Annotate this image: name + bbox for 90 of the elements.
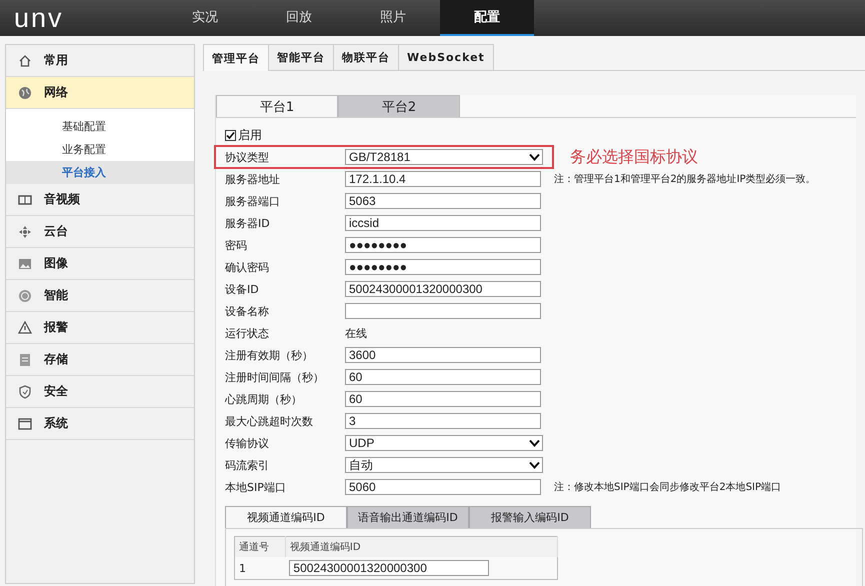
column-header: 视频通道编码ID [285, 536, 558, 557]
annotation-text: 务必选择国标协议 [570, 146, 698, 168]
storage-icon [18, 352, 32, 366]
status-value: 在线 [345, 326, 367, 340]
checkbox[interactable] [225, 130, 236, 140]
tab[interactable]: 报警输入编码ID [469, 506, 591, 528]
dropdown[interactable]: GB/T28181 [345, 149, 543, 165]
input-field[interactable]: 5063 [345, 193, 541, 209]
field-label: 确认密码 [225, 260, 270, 274]
field-label: 心跳周期（秒） [225, 392, 303, 406]
sidebar-subitem[interactable]: 业务配置 [6, 138, 194, 161]
sidebar-label: 存储 [44, 351, 68, 368]
nav-tab[interactable]: 实况 [158, 0, 252, 36]
field-label: 最大心跳超时次数 [225, 414, 314, 428]
tab[interactable]: 平台2 [338, 95, 460, 117]
monitor-icon [18, 192, 32, 206]
field-label: 运行状态 [225, 326, 270, 340]
password-field[interactable]: ●●●●●●●● [345, 237, 541, 253]
nav-tab[interactable]: 配置 [440, 0, 534, 36]
field-label: 设备名称 [225, 304, 270, 318]
note-text: 注：管理平台1和管理平台2的服务器地址IP类型必须一致。 [554, 172, 816, 186]
sidebar-item[interactable]: 报警 [6, 312, 194, 344]
field-label: 设备ID [225, 282, 260, 296]
tab[interactable]: WebSocket [398, 44, 494, 70]
field-label: 本地SIP端口 [225, 480, 287, 494]
password-field[interactable]: ●●●●●●●● [345, 259, 541, 275]
field-label: 服务器端口 [225, 194, 281, 208]
input-field[interactable]: 172.1.10.4 [345, 171, 541, 187]
sidebar-item[interactable]: 存储 [6, 344, 194, 376]
input-field[interactable] [345, 303, 541, 319]
input-field[interactable]: 50024300001320000300 [289, 560, 490, 576]
window-icon [18, 416, 32, 430]
tab[interactable]: 管理平台 [203, 44, 269, 71]
tab[interactable]: 语音输出通道编码ID [347, 506, 469, 528]
dropdown[interactable]: 自动 [345, 457, 543, 473]
note-text: 注：修改本地SIP端口会同步修改平台2本地SIP端口 [554, 480, 782, 494]
sidebar-item[interactable]: 网络 [6, 77, 194, 109]
sidebar-label: 云台 [44, 223, 68, 240]
field-label: 服务器ID [225, 216, 271, 230]
tab[interactable]: 智能平台 [268, 44, 334, 70]
field-label: 传输协议 [225, 436, 270, 450]
input-field[interactable]: 60 [345, 369, 541, 385]
sidebar-item[interactable]: 音视频 [6, 184, 194, 216]
sidebar-label: 智能 [44, 287, 68, 304]
sidebar-label: 图像 [44, 255, 68, 272]
field-label: 密码 [225, 238, 248, 252]
caret-icon [529, 153, 540, 161]
sidebar-subitem[interactable]: 基础配置 [6, 115, 194, 138]
globe-icon [18, 86, 32, 100]
sidebar-item[interactable]: 系统 [6, 408, 194, 440]
column-header: 通道号 [234, 536, 286, 557]
field-label: 码流索引 [225, 458, 270, 472]
sidebar-item[interactable]: 安全 [6, 376, 194, 408]
sidebar-label: 报警 [44, 319, 68, 336]
nav-tab[interactable]: 回放 [252, 0, 346, 36]
input-field[interactable]: 60 [345, 391, 541, 407]
input-field[interactable]: 5060 [345, 479, 541, 495]
home-icon [18, 54, 32, 68]
tab[interactable]: 平台1 [216, 95, 338, 117]
sidebar-subitem[interactable]: 平台接入 [6, 161, 194, 184]
input-field[interactable]: 3 [345, 413, 541, 429]
dropdown[interactable]: UDP [345, 435, 543, 451]
input-field[interactable]: 50024300001320000300 [345, 281, 541, 297]
field-label: 服务器地址 [225, 172, 281, 186]
direction-pad-icon [18, 224, 32, 238]
table-cell: 1 [234, 557, 286, 580]
field-label: 注册时间间隔（秒） [225, 370, 325, 384]
field-label: 注册有效期（秒） [225, 348, 314, 362]
tab[interactable]: 视频通道编码ID [225, 506, 347, 528]
sidebar-label: 安全 [44, 383, 68, 400]
tab[interactable]: 物联平台 [333, 44, 399, 70]
sidebar-item[interactable]: 图像 [6, 248, 194, 280]
caret-icon [529, 439, 540, 447]
sidebar-label: 常用 [44, 52, 68, 69]
sidebar-item[interactable]: 智能 [6, 280, 194, 312]
input-field[interactable]: iccsid [345, 215, 541, 231]
logo: unv [13, 2, 65, 34]
sidebar-item[interactable]: 云台 [6, 216, 194, 248]
sidebar-label: 音视频 [44, 191, 80, 208]
checkbox-label: 启用 [238, 126, 262, 144]
image-icon [18, 256, 32, 270]
sidebar-label: 系统 [44, 415, 68, 432]
input-field[interactable]: 3600 [345, 347, 541, 363]
sidebar-label: 网络 [44, 84, 68, 101]
circle-icon [18, 288, 32, 302]
nav-tab[interactable]: 照片 [346, 0, 440, 36]
warning-icon [18, 320, 32, 334]
caret-icon [529, 461, 540, 469]
field-label: 协议类型 [225, 150, 270, 164]
shield-icon [18, 384, 32, 398]
